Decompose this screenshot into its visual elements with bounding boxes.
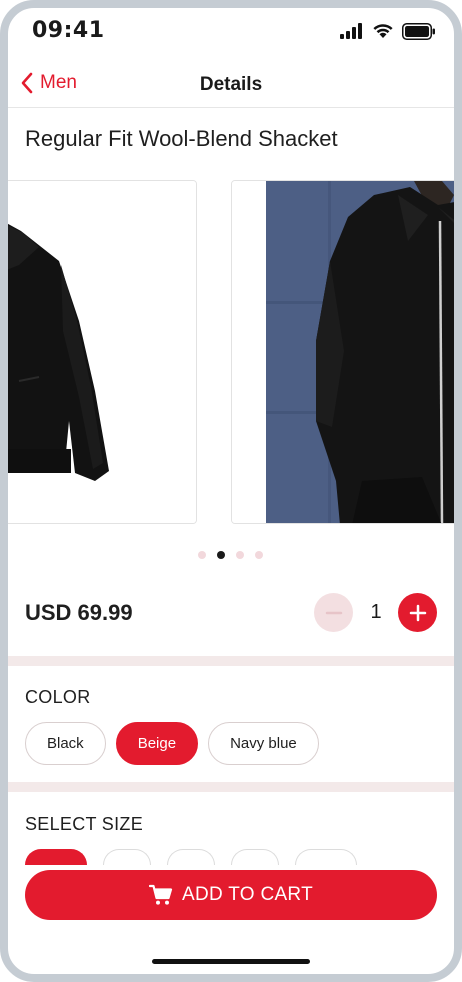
product-image-front[interactable] bbox=[8, 180, 197, 524]
size-option[interactable] bbox=[167, 849, 215, 865]
pagination-dot[interactable] bbox=[255, 551, 263, 559]
quantity-value: 1 bbox=[370, 601, 382, 623]
status-time: 09:41 bbox=[32, 18, 105, 43]
minus-icon bbox=[325, 611, 342, 614]
model-wearing-jacket-image bbox=[232, 181, 454, 523]
size-option[interactable] bbox=[231, 849, 279, 865]
color-section-label: COLOR bbox=[25, 687, 91, 707]
increase-quantity-button[interactable] bbox=[398, 593, 437, 632]
color-option-beige[interactable]: Beige bbox=[115, 722, 199, 765]
status-icons bbox=[340, 22, 436, 40]
battery-icon bbox=[402, 22, 435, 40]
signal-icon bbox=[340, 23, 362, 39]
pagination-dot[interactable] bbox=[198, 551, 206, 559]
pagination-dot[interactable] bbox=[236, 551, 244, 559]
cart-icon bbox=[148, 884, 173, 905]
color-option-navy-blue[interactable]: Navy blue bbox=[208, 722, 319, 765]
plus-icon bbox=[409, 604, 426, 621]
product-price: USD 69.99 bbox=[25, 600, 133, 625]
screen: 09:41 Men Details Regular Fit Wool-Blend… bbox=[8, 8, 454, 974]
product-image-carousel[interactable] bbox=[8, 180, 454, 524]
nav-bar: Men Details bbox=[8, 64, 454, 108]
wifi-icon bbox=[373, 24, 393, 38]
size-option[interactable] bbox=[25, 849, 87, 865]
carousel-pagination bbox=[198, 551, 263, 559]
pagination-dot-active[interactable] bbox=[217, 551, 225, 559]
nav-title: Details bbox=[199, 74, 263, 95]
add-to-cart-label: ADD TO CART bbox=[181, 884, 314, 905]
home-indicator[interactable] bbox=[152, 959, 310, 964]
decrease-quantity-button[interactable] bbox=[314, 593, 353, 632]
size-option[interactable] bbox=[295, 849, 357, 865]
section-divider bbox=[8, 656, 454, 666]
section-divider bbox=[8, 782, 454, 792]
color-options: Black Beige Navy blue bbox=[25, 722, 319, 765]
product-title: Regular Fit Wool-Blend Shacket bbox=[25, 126, 338, 151]
product-image-model[interactable] bbox=[231, 180, 454, 524]
jacket-front-image bbox=[8, 181, 196, 523]
status-bar: 09:41 bbox=[8, 8, 454, 54]
size-option[interactable] bbox=[103, 849, 151, 865]
size-section-label: SELECT SIZE bbox=[25, 814, 144, 834]
add-to-cart-button[interactable]: ADD TO CART bbox=[25, 870, 437, 920]
color-option-black[interactable]: Black bbox=[25, 722, 106, 765]
